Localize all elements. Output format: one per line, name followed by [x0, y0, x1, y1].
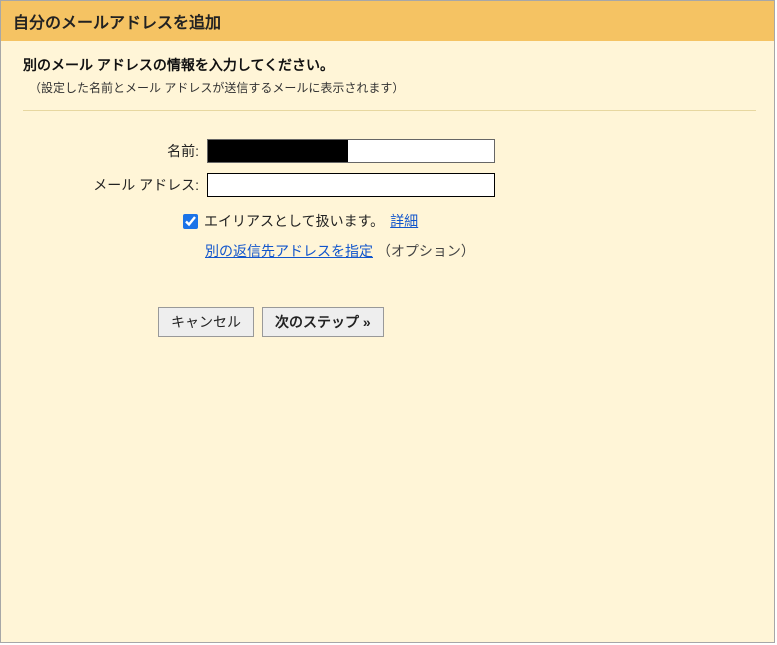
alias-row: エイリアスとして扱います。 詳細	[183, 211, 756, 231]
reply-address-link[interactable]: 別の返信先アドレスを指定	[205, 243, 373, 259]
alias-label: エイリアスとして扱います。	[204, 211, 384, 231]
content-subheading: （設定した名前とメール アドレスが送信するメールに表示されます）	[29, 79, 756, 96]
dialog-frame: 自分のメールアドレスを追加 別のメール アドレスの情報を入力してください。 （設…	[0, 0, 775, 643]
content-heading: 別のメール アドレスの情報を入力してください。	[23, 55, 756, 75]
reply-row: 別の返信先アドレスを指定 （オプション）	[205, 241, 756, 261]
alias-checkbox[interactable]	[183, 214, 198, 229]
email-label: メール アドレス:	[53, 171, 203, 199]
email-row: メール アドレス:	[53, 171, 499, 199]
dialog-content: 別のメール アドレスの情報を入力してください。 （設定した名前とメール アドレス…	[1, 41, 774, 355]
button-row: キャンセル 次のステップ »	[158, 307, 756, 337]
next-step-button[interactable]: 次のステップ »	[262, 307, 384, 337]
dialog-title: 自分のメールアドレスを追加	[1, 1, 774, 41]
email-field[interactable]	[207, 173, 495, 197]
cancel-button[interactable]: キャンセル	[158, 307, 254, 337]
name-row: 名前:	[53, 137, 499, 165]
name-field[interactable]	[207, 139, 495, 163]
name-label: 名前:	[53, 137, 203, 165]
divider	[23, 110, 756, 111]
form-table: 名前: メール アドレス:	[53, 131, 499, 205]
alias-details-link[interactable]: 詳細	[390, 211, 418, 231]
reply-optional: （オプション）	[377, 243, 475, 259]
